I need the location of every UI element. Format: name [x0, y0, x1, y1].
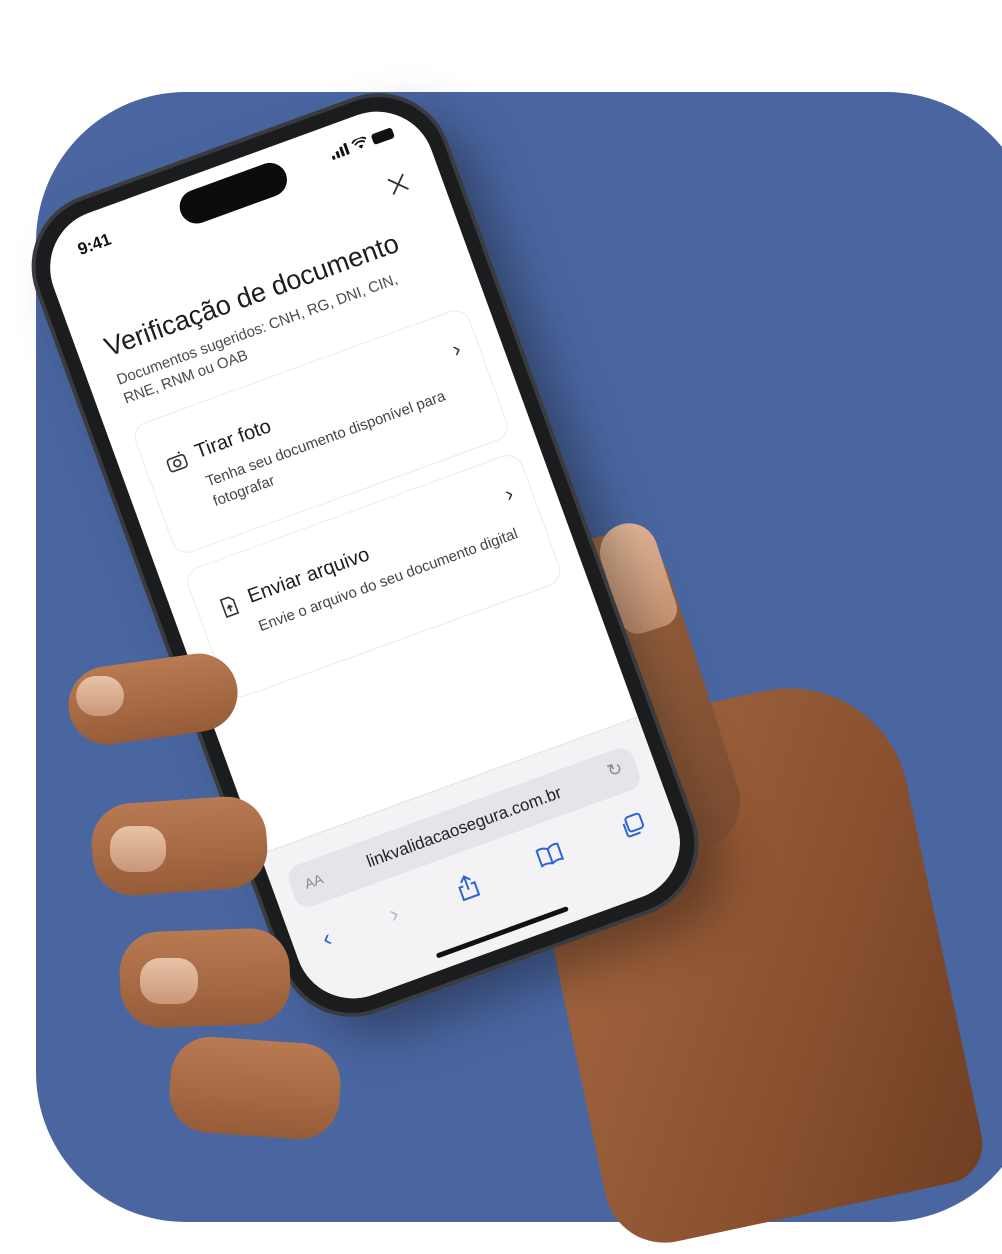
tabs-icon[interactable] [617, 810, 648, 841]
camera-icon [166, 451, 188, 473]
battery-icon [370, 126, 395, 145]
finger-nail [140, 958, 198, 1004]
chevron-right-icon: › [501, 480, 517, 507]
status-icons [329, 126, 395, 161]
finger-nail [110, 826, 166, 872]
close-icon [387, 173, 409, 195]
dynamic-island [174, 158, 292, 229]
back-icon[interactable]: ‹ [319, 925, 336, 954]
share-icon[interactable] [453, 871, 483, 903]
close-button[interactable] [382, 170, 415, 203]
bookmarks-icon[interactable] [533, 840, 565, 870]
status-time: 9:41 [75, 229, 114, 260]
hand-finger [166, 1034, 344, 1142]
signal-icon [329, 142, 350, 161]
file-upload-icon [219, 596, 240, 619]
finger-nail [76, 676, 124, 716]
wifi-icon [351, 136, 367, 149]
chevron-right-icon: › [448, 335, 465, 362]
forward-icon[interactable]: › [386, 900, 403, 929]
